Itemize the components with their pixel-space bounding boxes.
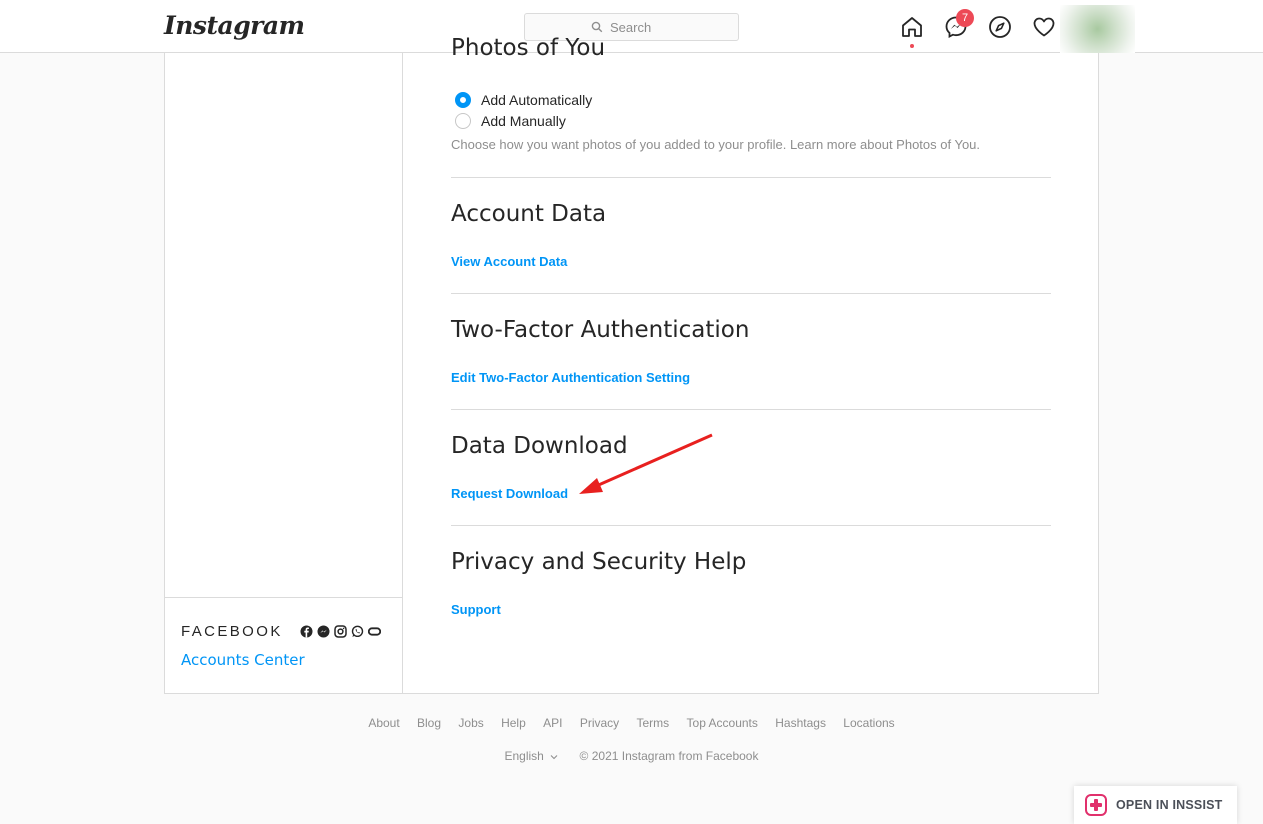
section-title: Two-Factor Authentication: [451, 317, 750, 343]
section-title: Privacy and Security Help: [451, 549, 747, 575]
footer-link-about[interactable]: About: [368, 716, 399, 730]
whatsapp-icon: [351, 625, 364, 638]
request-download-link[interactable]: Request Download: [451, 486, 568, 501]
footer-link-hashtags[interactable]: Hashtags: [775, 716, 826, 730]
footer-bottom: English © 2021 Instagram from Facebook: [0, 749, 1263, 763]
section-title: Photos of You: [451, 35, 606, 61]
instagram-logo[interactable]: Instagram: [164, 11, 305, 40]
accounts-center-link[interactable]: Accounts Center: [181, 651, 305, 669]
messenger-brand-icon: [317, 625, 330, 638]
view-account-data-link[interactable]: View Account Data: [451, 254, 567, 269]
chevron-down-icon: [550, 754, 558, 760]
radio-button[interactable]: [455, 113, 471, 129]
radio-add-automatically[interactable]: Add Automatically: [455, 92, 592, 108]
radio-label: Add Manually: [481, 113, 566, 129]
radio-label: Add Automatically: [481, 92, 593, 108]
messages-count-badge: 7: [956, 9, 974, 27]
footer-link-privacy[interactable]: Privacy: [580, 716, 619, 730]
radio-button-selected[interactable]: [455, 92, 471, 108]
oculus-icon: [368, 625, 381, 638]
facebook-family-icons: [300, 625, 381, 638]
open-in-inssist-button[interactable]: OPEN IN INSSIST: [1074, 786, 1237, 824]
facebook-accounts-center-box: FACEBOOK Accounts Center: [165, 597, 402, 694]
section-divider: [451, 409, 1051, 410]
section-divider: [451, 177, 1051, 178]
footer-link-jobs[interactable]: Jobs: [458, 716, 483, 730]
photos-of-you-help-text: Choose how you want photos of you added …: [451, 137, 981, 152]
footer-link-help[interactable]: Help: [501, 716, 526, 730]
language-label: English: [504, 749, 544, 763]
footer-link-locations[interactable]: Locations: [843, 716, 894, 730]
edit-two-factor-link[interactable]: Edit Two-Factor Authentication Setting: [451, 370, 690, 385]
inssist-icon: [1085, 794, 1107, 816]
language-selector[interactable]: English: [505, 749, 559, 763]
facebook-wordmark: FACEBOOK: [181, 623, 283, 640]
section-title: Data Download: [451, 433, 628, 459]
footer-link-top-accounts[interactable]: Top Accounts: [687, 716, 758, 730]
facebook-icon: [300, 625, 313, 638]
radio-add-manually[interactable]: Add Manually: [455, 113, 566, 129]
inssist-label: OPEN IN INSSIST: [1116, 798, 1223, 812]
footer-link-terms[interactable]: Terms: [637, 716, 670, 730]
footer-links: About Blog Jobs Help API Privacy Terms T…: [0, 716, 1263, 730]
profile-avatar[interactable]: [1060, 5, 1135, 53]
footer-link-api[interactable]: API: [543, 716, 562, 730]
instagram-brand-icon: [334, 625, 347, 638]
copyright-text: © 2021 Instagram from Facebook: [579, 749, 759, 763]
section-divider: [451, 293, 1051, 294]
section-divider: [451, 525, 1051, 526]
support-link[interactable]: Support: [451, 602, 501, 617]
footer-link-blog[interactable]: Blog: [417, 716, 441, 730]
settings-card: FACEBOOK Accounts Center Photos of You A…: [164, 35, 1099, 694]
settings-sidebar: FACEBOOK Accounts Center: [165, 53, 403, 693]
section-title: Account Data: [451, 201, 607, 227]
